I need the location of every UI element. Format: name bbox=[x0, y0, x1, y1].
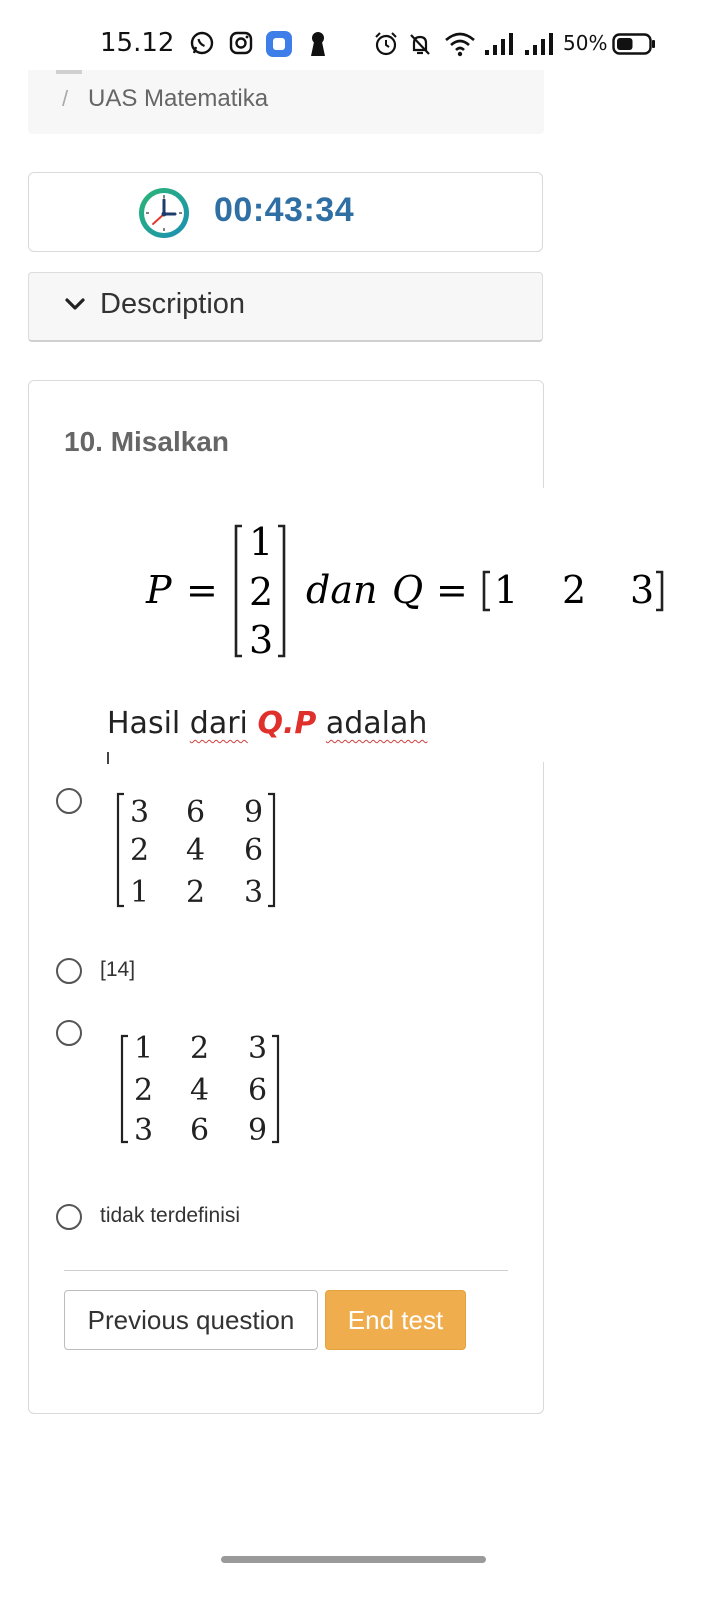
status-time: 15.12 bbox=[100, 28, 175, 58]
alarm-icon bbox=[375, 32, 397, 56]
matrix-cell: 3 bbox=[134, 1113, 153, 1148]
description-label[interactable]: Description bbox=[100, 288, 245, 321]
connector-text: dan bbox=[306, 568, 377, 612]
option-1-radio[interactable] bbox=[56, 788, 82, 814]
q-label: Q bbox=[392, 568, 423, 612]
p-label: P bbox=[145, 568, 173, 612]
option-1-matrix[interactable]: 3 6 9 2 4 6 1 2 3 bbox=[110, 788, 290, 912]
matrix-cell: 2 bbox=[130, 833, 149, 868]
p-value-3: 3 bbox=[249, 618, 273, 662]
p-value-1: 1 bbox=[249, 520, 273, 564]
matrix-cell: 6 bbox=[248, 1073, 267, 1108]
matrix-cell: 4 bbox=[186, 833, 205, 868]
previous-question-button[interactable]: Previous question bbox=[64, 1290, 318, 1350]
signal-icon bbox=[525, 33, 553, 55]
chevron-down-icon[interactable] bbox=[64, 294, 86, 314]
home-indicator[interactable] bbox=[221, 1556, 486, 1563]
matrix-cell: 2 bbox=[190, 1031, 209, 1066]
text-cursor bbox=[107, 752, 109, 764]
option-4-radio[interactable] bbox=[56, 1204, 82, 1230]
matrix-cell: 2 bbox=[186, 875, 205, 910]
matrix-cell: 9 bbox=[244, 795, 263, 830]
whatsapp-icon bbox=[190, 31, 214, 55]
instagram-icon bbox=[229, 31, 253, 55]
matrix-cell: 3 bbox=[248, 1031, 267, 1066]
end-test-button[interactable]: End test bbox=[325, 1290, 466, 1350]
question-prompt: Hasil dari Q.P adalah bbox=[107, 706, 428, 741]
breadcrumb-current[interactable]: UAS Matematika bbox=[88, 85, 268, 113]
breadcrumb-separator: / bbox=[62, 86, 69, 111]
keyhole-icon bbox=[311, 32, 325, 56]
matrix-cell: 3 bbox=[130, 795, 149, 830]
matrix-cell: 6 bbox=[244, 833, 263, 868]
option-3-matrix[interactable]: 1 2 3 2 4 6 3 6 9 bbox=[114, 1030, 294, 1154]
q-value-3: 3 bbox=[630, 568, 654, 612]
timer-value: 00:43:34 bbox=[214, 191, 355, 229]
battery-percent: 50% bbox=[563, 31, 608, 55]
question-equation: P = 1 2 3 dan Q = 1 2 3 bbox=[145, 520, 664, 662]
p-value-2: 2 bbox=[249, 570, 273, 614]
question-title: 10. Misalkan bbox=[64, 426, 229, 457]
app-icon bbox=[266, 31, 292, 57]
option-4-label[interactable]: tidak terdefinisi bbox=[100, 1204, 240, 1228]
option-2-label[interactable]: [14] bbox=[100, 958, 135, 982]
equals-sign-2: = bbox=[436, 568, 468, 612]
matrix-cell: 1 bbox=[130, 875, 149, 910]
matrix-cell: 3 bbox=[244, 875, 263, 910]
prompt-highlight: Q.P bbox=[257, 706, 317, 741]
mute-icon bbox=[410, 34, 430, 55]
divider bbox=[64, 1270, 508, 1271]
clock-icon bbox=[139, 188, 189, 238]
q-value-1: 1 bbox=[494, 568, 518, 612]
q-value-2: 2 bbox=[562, 568, 586, 612]
option-2-radio[interactable] bbox=[56, 958, 82, 984]
option-3-radio[interactable] bbox=[56, 1020, 82, 1046]
matrix-cell: 6 bbox=[190, 1113, 209, 1148]
wifi-icon bbox=[445, 32, 475, 57]
matrix-cell: 4 bbox=[190, 1073, 209, 1108]
matrix-cell: 1 bbox=[134, 1031, 153, 1066]
matrix-cell: 2 bbox=[134, 1073, 153, 1108]
equals-sign: = bbox=[186, 568, 218, 612]
matrix-cell: 9 bbox=[248, 1113, 267, 1148]
breadcrumb-item-stub bbox=[56, 70, 82, 74]
signal-icon bbox=[485, 33, 513, 55]
battery-icon bbox=[612, 33, 655, 55]
status-bar: 15.12 50% bbox=[0, 0, 720, 70]
matrix-cell: 6 bbox=[186, 795, 205, 830]
